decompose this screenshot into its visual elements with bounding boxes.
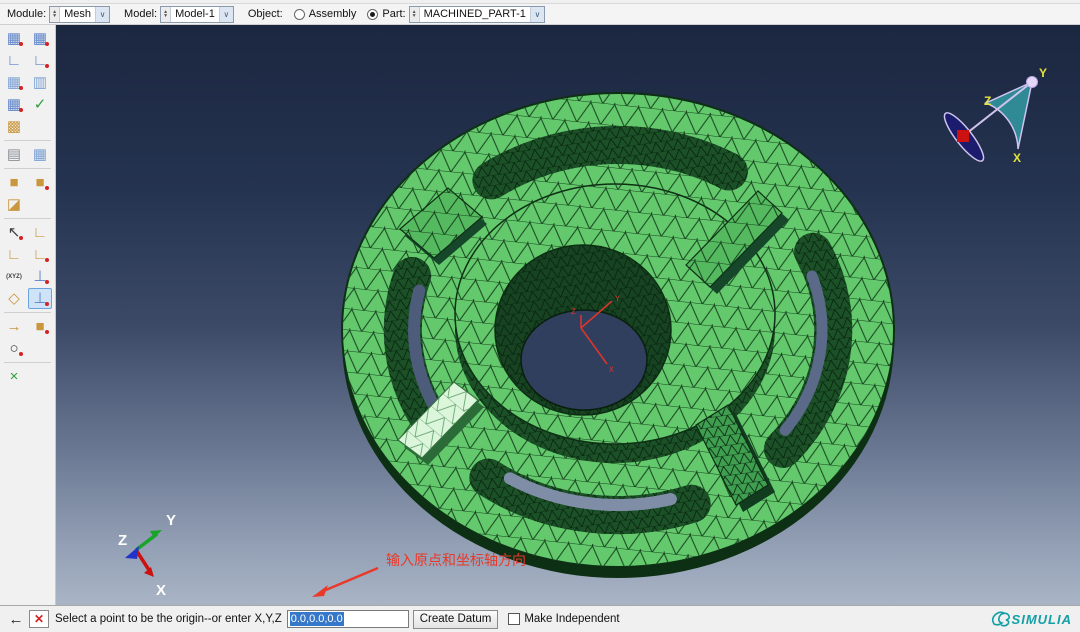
tool-bottom-up-mesh-icon[interactable]: ■ xyxy=(2,172,26,193)
tool-delete-edge-seeds-icon[interactable]: ∟ xyxy=(28,50,52,71)
radio-part[interactable] xyxy=(367,8,379,20)
previous-step-button[interactable]: ← xyxy=(5,610,27,629)
tool-seed-part-icon[interactable]: ▦ xyxy=(2,28,26,49)
view-compass[interactable]: Y Z X xyxy=(939,66,1047,166)
tool-misc-tools-icon[interactable]: × xyxy=(2,366,26,387)
input-selected-text: 0.0,0.0,0.0 xyxy=(289,612,344,626)
triad-z-label: Z xyxy=(118,532,127,549)
meshed-part[interactable] xyxy=(341,92,895,578)
csys-y-label: Y xyxy=(615,295,620,304)
tool-delete-part-seeds-icon[interactable]: ∟ xyxy=(2,50,26,71)
part-value: MACHINED_PART-1 xyxy=(423,7,526,20)
tool-element-numbering-icon[interactable]: ▦ xyxy=(2,94,26,115)
cancel-button[interactable]: ✕ xyxy=(29,610,49,628)
tool-mesh-region-icon[interactable]: ▥ xyxy=(28,72,52,93)
viewport-canvas[interactable]: Y Z X Y Z X Y X Z 输入原点和坐标轴方向 xyxy=(56,25,1080,605)
compass-z-label: Z xyxy=(984,94,991,108)
tool-partition-face-icon[interactable]: ∟ xyxy=(2,244,26,265)
csys-z-label: Z xyxy=(571,308,576,317)
radio-part-label[interactable]: Part: xyxy=(382,8,405,20)
spinner-icon[interactable]: ▲ ▼ xyxy=(409,6,420,22)
back-arrow-icon: ← xyxy=(8,610,24,628)
module-value: Mesh xyxy=(64,7,92,20)
chevron-down-icon[interactable]: ∨ xyxy=(95,6,110,22)
tool-seed-edges-icon[interactable]: ▦ xyxy=(28,28,52,49)
module-combo[interactable]: ▲ ▼ Mesh ∨ xyxy=(49,5,111,23)
tool-datum-axis-icon[interactable]: ⊥ xyxy=(28,266,52,287)
triad-x-label: X xyxy=(156,582,166,599)
compass-x-label: X xyxy=(1013,151,1021,165)
cancel-x-icon: ✕ xyxy=(33,612,45,626)
compass-center-handle[interactable] xyxy=(957,130,969,142)
annotation: 输入原点和坐标轴方向 xyxy=(312,552,526,597)
chevron-down-icon[interactable]: ∨ xyxy=(218,6,233,22)
triad-y-label: Y xyxy=(166,512,176,529)
3ds-logo-icon xyxy=(991,611,1010,627)
model-combo[interactable]: ▲ ▼ Model-1 ∨ xyxy=(160,5,234,23)
toolbox-separator xyxy=(4,140,51,141)
model-view: Y Z X Y Z X Y X Z 输入原点和坐标轴方向 xyxy=(118,66,1047,599)
spinner-icon[interactable]: ▲ ▼ xyxy=(161,6,172,22)
module-label: Module: xyxy=(7,8,47,20)
tool-datum-point-xyz-icon[interactable]: (XYZ) xyxy=(2,266,26,287)
chevron-down-icon[interactable]: ∨ xyxy=(529,6,544,22)
origin-coordinates-input[interactable]: 0.0,0.0,0.0 xyxy=(286,610,409,628)
annotation-arrowhead xyxy=(312,585,328,597)
prompt-bar: ← ✕ Select a point to be the origin--or … xyxy=(0,605,1080,632)
annotation-text: 输入原点和坐标轴方向 xyxy=(386,552,526,568)
context-bar: Module: ▲ ▼ Mesh ∨ Model: ▲ ▼ Model-1 ∨ Ob… xyxy=(0,4,1080,25)
model-value: Model-1 xyxy=(175,7,215,20)
tool-virtual-topology-icon[interactable]: → xyxy=(2,316,26,337)
object-label: Object: xyxy=(247,8,283,20)
tool-query-tool-icon[interactable]: ↖ xyxy=(2,222,26,243)
tool-verify-mesh-icon[interactable]: ✓ xyxy=(28,94,52,115)
part-combo[interactable]: ▲ ▼ MACHINED_PART-1 ∨ xyxy=(408,5,545,23)
csys-x-label: X xyxy=(609,366,614,375)
tool-create-mesh-part-icon[interactable]: ▩ xyxy=(2,116,26,137)
toolbox-separator xyxy=(4,312,51,313)
compass-y-label: Y xyxy=(1039,66,1047,80)
mesh-toolbox: ▦ ▦ ∟ ∟ ▦ ▥ ▦ ✓ ▩ ▤ ▦ ■ ■ ◪ ↖ ∟ ∟ ∟ (XYZ) ⊥ ◇ ⊥ → ■ ○ × xyxy=(0,25,56,605)
tool-partition-cell-icon[interactable]: ∟ xyxy=(28,222,52,243)
make-independent-label[interactable]: Make Independent xyxy=(524,613,619,625)
toolbox-separator xyxy=(4,168,51,169)
tool-edit-mesh-icon[interactable]: ◪ xyxy=(2,194,26,215)
tool-datum-csys-icon[interactable]: ⊥ xyxy=(28,288,52,309)
tool-delete-mesh-icon[interactable]: ■ xyxy=(28,172,52,193)
create-datum-button[interactable]: Create Datum xyxy=(412,609,499,629)
toolbox-separator xyxy=(4,362,51,363)
toolbox-separator xyxy=(4,218,51,219)
orientation-triad: Y X Z xyxy=(118,512,176,599)
tool-mesh-defaults-icon[interactable]: ▤ xyxy=(2,144,26,165)
spinner-icon[interactable]: ▲ ▼ xyxy=(50,6,61,22)
radio-assembly-label[interactable]: Assembly xyxy=(309,8,357,20)
compass-y-handle[interactable] xyxy=(1026,76,1038,88)
make-independent-checkbox[interactable] xyxy=(508,613,521,625)
prompt-text: Select a point to be the origin--or ente… xyxy=(55,613,282,625)
tool-datum-plane-icon[interactable]: ◇ xyxy=(2,288,26,309)
simulia-logo-text: SIMULIA xyxy=(1011,611,1072,627)
tool-mesh-part-icon[interactable]: ▦ xyxy=(2,72,26,93)
simulia-logo: SIMULIA xyxy=(990,610,1072,628)
tool-edit-mesh-nodes-icon[interactable]: ○ xyxy=(2,338,26,359)
tool-geometry-edit-icon[interactable]: ■ xyxy=(28,316,52,337)
tool-element-type-icon[interactable]: ▦ xyxy=(28,144,52,165)
model-label: Model: xyxy=(124,8,158,20)
radio-assembly[interactable] xyxy=(293,8,305,20)
tool-partition-edge-icon[interactable]: ∟ xyxy=(28,244,52,265)
